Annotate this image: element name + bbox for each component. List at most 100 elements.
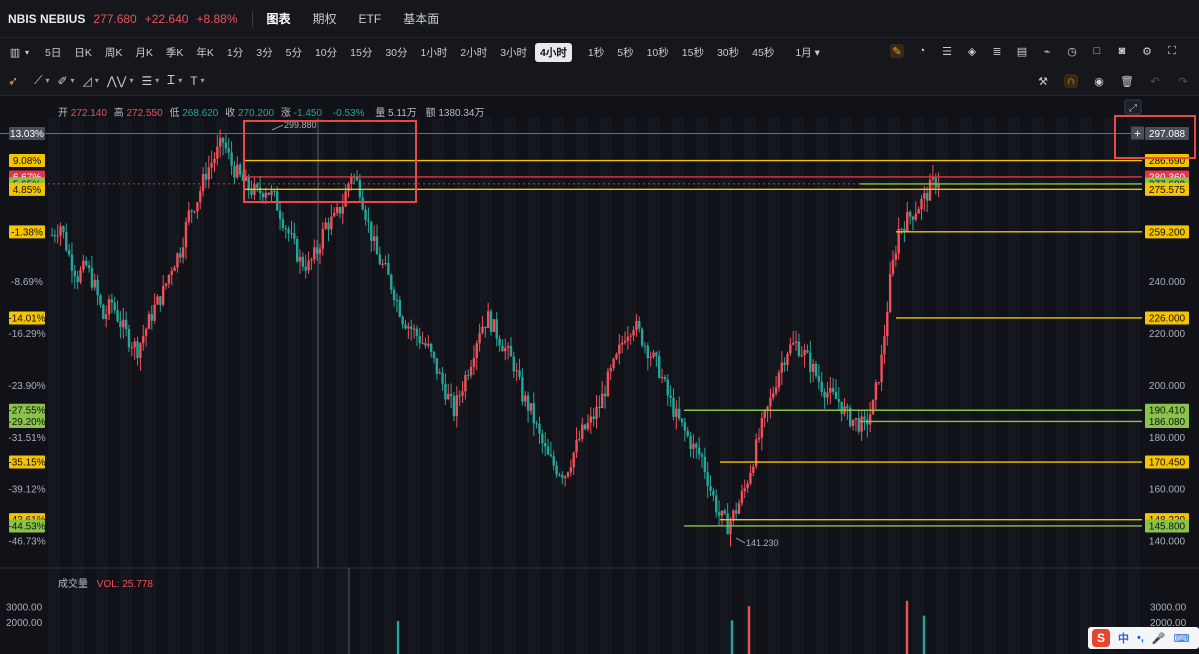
timeframe-6[interactable]: 1分 [222, 43, 248, 62]
candle-body [150, 314, 153, 321]
timeframe-8[interactable]: 5分 [281, 43, 307, 62]
candle-body [370, 221, 373, 241]
magnet-icon[interactable]: ∩ [1064, 74, 1078, 88]
ime-chinese-icon[interactable]: 中 [1118, 630, 1129, 646]
keyboard-icon[interactable]: ⌨ [1174, 632, 1190, 645]
chart-icon[interactable]: ⌁ [1040, 44, 1054, 58]
ime-punct-icon[interactable]: •, [1137, 632, 1144, 644]
timeframe-13[interactable]: 2小时 [455, 43, 492, 62]
timeframe-4[interactable]: 季K [161, 43, 189, 62]
candle-body [814, 363, 818, 376]
open-value: 272.140 [70, 108, 107, 119]
candle-body [595, 406, 598, 420]
timeframe-11[interactable]: 30分 [380, 43, 412, 62]
vol-tick-right-0: 3000.00 [1150, 603, 1187, 614]
bg-stripe [840, 118, 852, 654]
candle-body [669, 395, 672, 398]
pen-icon[interactable]: ✎ [890, 44, 904, 58]
microphone-icon[interactable]: 🎤 [1152, 632, 1166, 645]
timeframe-7[interactable]: 3分 [251, 43, 277, 62]
trash-icon[interactable]: 🗑 [1120, 74, 1134, 88]
fib-icon[interactable]: ☰ ▾ [142, 74, 160, 88]
stack-icon[interactable]: ☰ [940, 44, 954, 58]
candle-body [404, 324, 407, 329]
candle-body [760, 418, 764, 438]
volume-label: 量 [375, 108, 386, 119]
undo-icon[interactable]: ↶ [1148, 74, 1162, 88]
layout-icon[interactable]: ▥ [8, 45, 22, 59]
ruler-icon[interactable]: ◿ ▾ [83, 74, 99, 88]
timeframe-3[interactable]: 月K [130, 43, 158, 62]
line-tool-icon[interactable]: ⟋ ▾ [34, 73, 49, 88]
timeframe-12[interactable]: 1小时 [416, 43, 453, 62]
bg-stripe [984, 118, 996, 654]
candle-body [127, 329, 131, 348]
candle-body [230, 152, 233, 166]
replay-icon[interactable]: ◷ [1065, 44, 1079, 58]
sogou-icon[interactable]: S [1092, 629, 1110, 647]
chevron-down-icon[interactable]: ▾ [22, 45, 32, 59]
candle-body [204, 173, 208, 180]
candle-body [472, 358, 476, 367]
bg-stripe [504, 118, 516, 654]
cursor-icon[interactable]: ➶ [8, 74, 18, 88]
timeframe-5[interactable]: 年K [191, 43, 219, 62]
timeframe-16[interactable]: 1秒 [583, 43, 609, 62]
candle-body [794, 341, 798, 343]
square-icon[interactable]: □ [1090, 44, 1104, 58]
candle-body [410, 326, 413, 330]
timeframe-20[interactable]: 30秒 [712, 43, 744, 62]
brush-icon[interactable]: ✐ ▾ [57, 74, 74, 88]
redo-icon[interactable]: ↷ [1176, 74, 1190, 88]
volume-value: 5.11万 [388, 108, 417, 119]
timeframe-22[interactable]: 1月 ▾ [790, 43, 825, 62]
timeframe-17[interactable]: 5秒 [612, 43, 638, 62]
candle-body [85, 260, 88, 266]
timeframe-15[interactable]: 4小时 [535, 42, 572, 62]
camera-icon[interactable]: ◙ [1115, 44, 1129, 58]
candle-body [65, 232, 68, 251]
candle-body [236, 164, 239, 178]
timeframe-1[interactable]: 日K [69, 43, 97, 62]
timeframe-10[interactable]: 15分 [345, 43, 377, 62]
text-tool-icon[interactable]: Ꮖ ▾ [167, 73, 182, 88]
magic-icon[interactable]: ⚒ [1036, 74, 1050, 88]
timeframe-18[interactable]: 10秒 [642, 43, 674, 62]
list-icon[interactable]: ≣ [990, 44, 1004, 58]
candle-body [153, 304, 156, 321]
candle-body [715, 495, 718, 513]
candle-body [76, 276, 79, 283]
gear-icon[interactable]: ⚙ [1140, 44, 1154, 58]
price-chart[interactable]: 297.08813.03%286.6909.08%280.3606.67%277… [0, 96, 1199, 654]
gauge-icon[interactable]: ◔ [915, 44, 929, 58]
tab-etf[interactable]: ETF [359, 12, 382, 26]
timeframe-9[interactable]: 10分 [310, 43, 342, 62]
tab-fundamentals[interactable]: 基本面 [403, 10, 439, 27]
bg-stripe [528, 118, 540, 654]
price-change-pct: +8.88% [196, 11, 238, 26]
ime-toolbar[interactable]: S 中 •, 🎤 ⌨ [1088, 627, 1199, 649]
candle-body [649, 356, 652, 359]
candle-body [338, 207, 342, 214]
layers-icon[interactable]: ◈ [965, 44, 979, 58]
fullscreen-icon[interactable]: ⛶ [1165, 44, 1179, 58]
font-icon[interactable]: T ▾ [190, 74, 204, 88]
timeframe-14[interactable]: 3小时 [495, 43, 532, 62]
tab-options[interactable]: 期权 [313, 10, 337, 27]
candle-body [313, 247, 316, 260]
eye-icon[interactable]: ◉ [1092, 74, 1106, 88]
candle-body [717, 512, 721, 516]
ticker-name: NBIS NEBIUS [8, 11, 86, 26]
tab-chart[interactable]: 图表 [267, 10, 291, 27]
level-pct-5: -1.38% [11, 227, 43, 238]
candle-body [96, 279, 99, 296]
timeframe-19[interactable]: 15秒 [677, 43, 709, 62]
timeframe-0[interactable]: 5日 [40, 43, 66, 62]
pct-tick-4: -39.12% [8, 485, 45, 496]
candle-body [575, 439, 578, 453]
vol-tick-left-1: 2000.00 [6, 618, 43, 629]
timeframe-2[interactable]: 周K [100, 43, 128, 62]
compare-icon[interactable]: ▤ [1015, 44, 1029, 58]
timeframe-21[interactable]: 45秒 [747, 43, 779, 62]
pattern-icon[interactable]: ⋀⋁ ▾ [107, 74, 134, 88]
